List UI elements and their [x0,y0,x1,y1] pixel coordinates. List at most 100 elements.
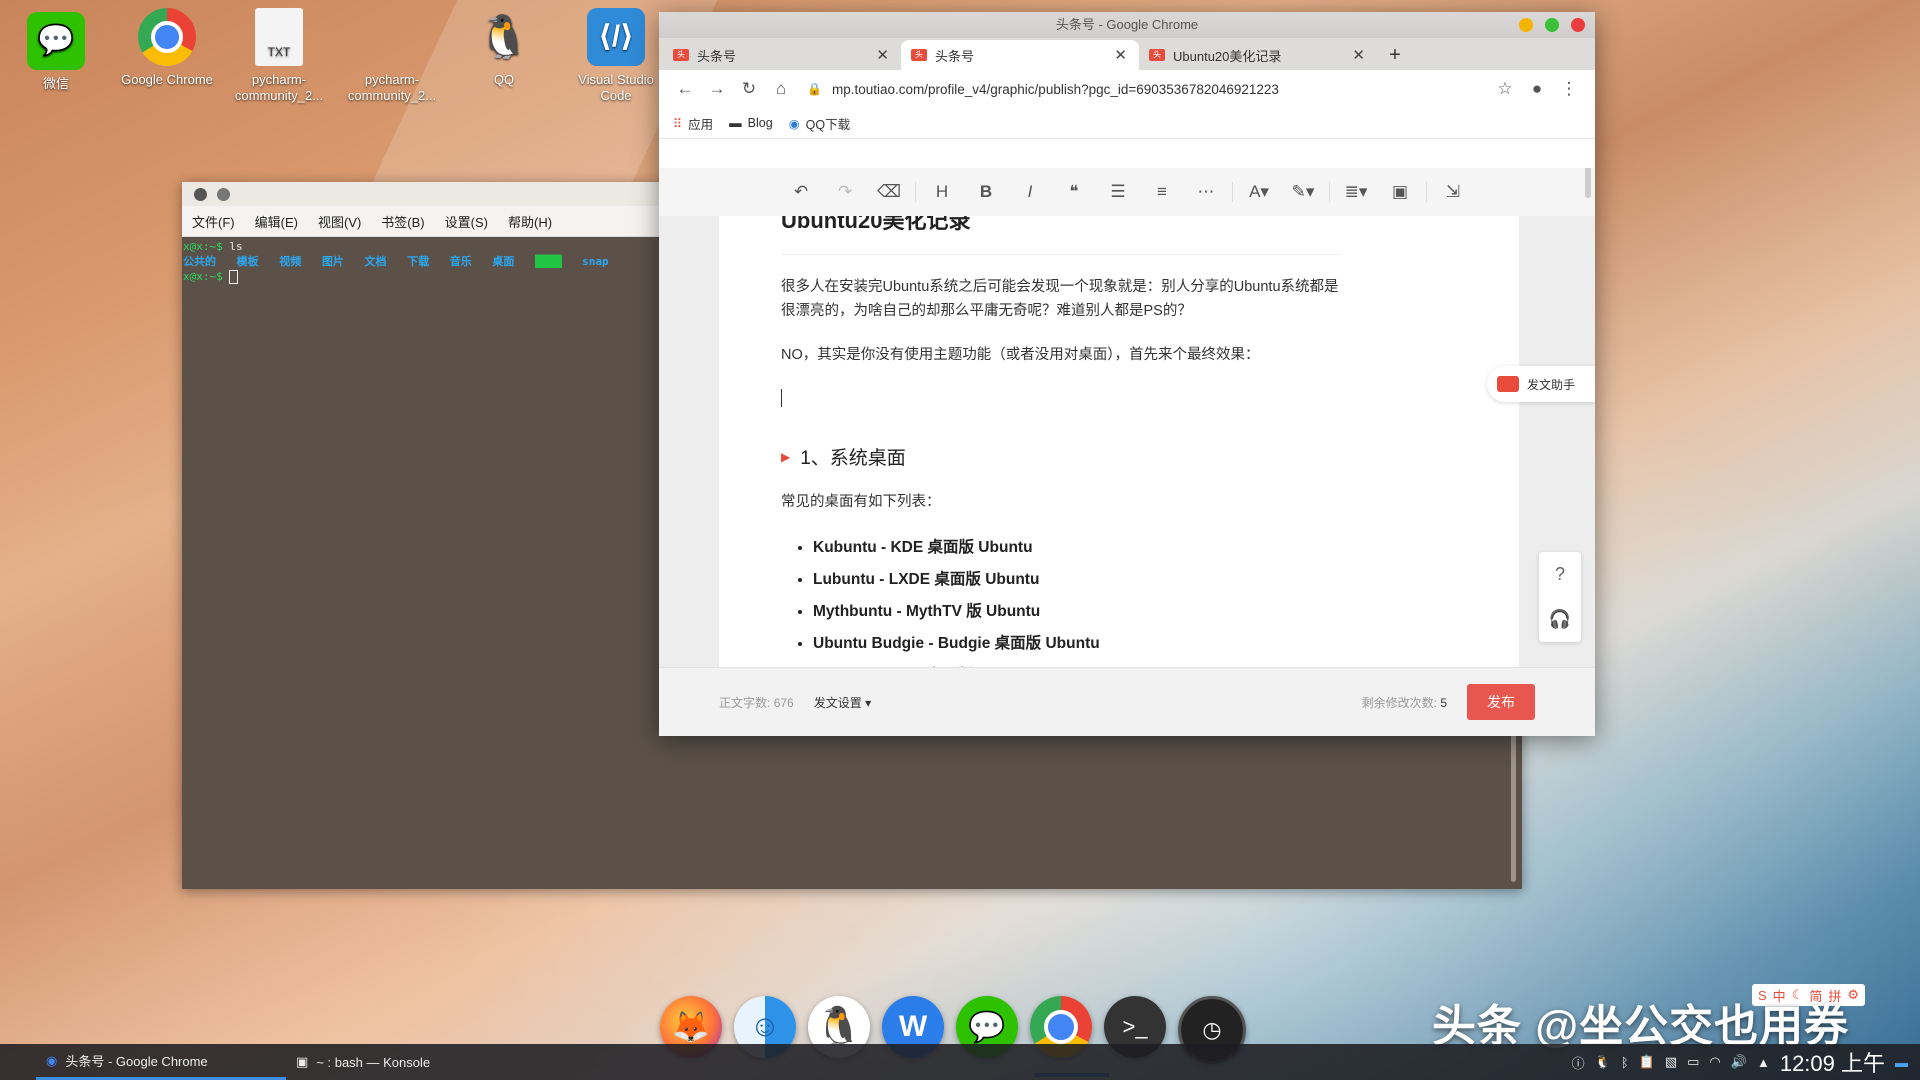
window-minimize-button[interactable] [217,187,230,201]
taskbar: ◉ 头条号 - Google Chrome ▣ ~ : bash — Konso… [0,1044,1920,1080]
volume-icon[interactable]: 🔊 [1731,1054,1747,1070]
desktop-icon-chrome[interactable]: Google Chrome [117,8,217,88]
publish-assistant-button[interactable]: 发文助手 [1487,366,1595,402]
publish-button[interactable]: 发布 [1467,684,1535,720]
chrome-window[interactable]: 头条号 - Google Chrome 头 头条号 ✕ 头 头条号 ✕ 头 Ub… [659,12,1595,736]
task-konsole[interactable]: ▣ ~ : bash — Konsole [286,1044,536,1080]
eraser-icon[interactable]: ⌫ [867,182,911,202]
desktop-icon-qq[interactable]: 🐧 QQ [454,8,554,88]
desktop-icon-pycharm[interactable]: pycharm-community_2... [342,8,442,104]
forward-icon[interactable]: → [701,79,733,99]
font-color-icon[interactable]: A▾ [1237,182,1281,202]
screenshot-icon[interactable]: ▧ [1665,1054,1677,1070]
desktop-icon-label: 微信 [42,76,69,91]
more-icon[interactable]: ⋯ [1184,182,1228,202]
clock[interactable]: 12:09 上午 [1780,1046,1885,1078]
menu-help[interactable]: 帮助(H) [508,212,552,231]
heading-icon[interactable]: H [920,182,964,202]
battery-icon[interactable]: ▭ [1687,1054,1699,1070]
highlight-icon[interactable]: ✎▾ [1281,182,1325,202]
menu-edit[interactable]: 编辑(E) [255,212,298,231]
back-icon[interactable]: ← [669,79,701,99]
dir-entry: 公共的 [183,255,216,268]
task-chrome[interactable]: ◉ 头条号 - Google Chrome [36,1044,286,1080]
vscode-icon: ⟨/⟩ [587,8,645,66]
bookmark-star-icon[interactable]: ☆ [1489,79,1521,99]
tab-close-icon[interactable]: ✕ [1114,46,1127,64]
tab-ubuntu-notes[interactable]: 头 Ubuntu20美化记录 ✕ [1139,40,1377,70]
apps-grid-icon: ⠿ [673,116,683,131]
section-heading[interactable]: ▶ 1、系统桌面 [781,443,1341,470]
bookmark-apps[interactable]: ⠿ 应用 [673,114,713,133]
list-item[interactable]: Lubuntu - LXDE 桌面版 Ubuntu [813,564,1341,596]
undo-icon[interactable]: ↶ [779,182,823,202]
wifi-icon[interactable]: ◠ [1709,1054,1720,1070]
window-close-button[interactable] [194,187,207,201]
paragraph[interactable]: NO，其实是你没有使用主题功能（或者没用对桌面），首先来个最终效果： [781,343,1341,367]
menu-bookmarks[interactable]: 书签(B) [381,212,424,231]
system-tray: ⓘ 🐧 ᛒ 📋 ▧ ▭ ◠ 🔊 ▲ 12:09 上午 ▬ [1572,1046,1920,1078]
tab-close-icon[interactable]: ✕ [876,46,889,64]
reload-icon[interactable]: ↻ [733,79,765,99]
window-minimize-button[interactable] [1519,18,1533,32]
menu-file[interactable]: 文件(F) [192,212,235,231]
tab-strip: 头 头条号 ✕ 头 头条号 ✕ 头 Ubuntu20美化记录 ✕ + [659,38,1595,70]
desktop-icon-pycharm-txt[interactable]: TXT pycharm-community_2... [229,8,329,104]
bullet-list-icon[interactable]: ☰ [1096,182,1140,202]
chrome-titlebar[interactable]: 头条号 - Google Chrome [659,12,1595,38]
menu-settings[interactable]: 设置(S) [445,212,488,231]
menu-kebab-icon[interactable]: ⋮ [1553,79,1585,99]
bookmark-qq-download[interactable]: ◉ QQ下载 [789,114,850,133]
article-editor[interactable]: Ubuntu20美化记录 很多人在安装完Ubuntu系统之后可能会发现一个现象就… [719,216,1519,684]
clipboard-icon[interactable]: 📋 [1639,1054,1655,1070]
dir-entry: 桌面 [492,255,515,268]
qq-icon: 🐧 [477,13,531,60]
text-caret [781,389,782,407]
home-icon[interactable]: ⌂ [765,79,797,99]
tab-label: 头条号 [697,48,737,64]
align-icon[interactable]: ≣▾ [1334,182,1378,202]
account-icon[interactable]: ● [1521,79,1553,99]
list-item[interactable]: Ubuntu Budgie - Budgie 桌面版 Ubuntu [813,628,1341,660]
new-tab-button[interactable]: + [1377,40,1413,70]
desktop-icon-wechat[interactable]: 💬 微信 [6,12,106,92]
terminal-icon: ▣ [296,1054,309,1069]
numbered-list-icon[interactable]: ≡ [1140,182,1184,202]
paragraph[interactable]: 很多人在安装完Ubuntu系统之后可能会发现一个现象就是：别人分享的Ubuntu… [781,275,1341,323]
insert-image-icon[interactable]: ▣ [1378,182,1422,202]
qq-tray-icon[interactable]: 🐧 [1595,1054,1611,1070]
bluetooth-icon[interactable]: ᛒ [1621,1055,1629,1070]
menu-view[interactable]: 视图(V) [318,212,361,231]
toolbar-divider [1232,182,1233,202]
tab-toutiao-2[interactable]: 头 头条号 ✕ [901,40,1139,70]
collapse-arrow-icon[interactable]: ▶ [781,450,790,464]
publish-settings-dropdown[interactable]: 发文设置 ▾ [814,694,871,711]
window-maximize-button[interactable] [1545,18,1559,32]
page-scrollbar[interactable] [1585,168,1591,198]
window-title: 头条号 - Google Chrome [1055,17,1199,32]
desktop-icon-label: QQ [493,72,515,87]
wechat-icon: 💬 [27,12,85,70]
tray-expand-icon[interactable]: ▲ [1757,1055,1770,1070]
help-question-icon[interactable]: ? [1555,564,1565,585]
tab-label: Ubuntu20美化记录 [1173,48,1282,64]
article-title[interactable]: Ubuntu20美化记录 [781,216,1341,255]
tab-toutiao-1[interactable]: 头 头条号 ✕ [663,40,901,70]
show-desktop-icon[interactable]: ▬ [1895,1055,1908,1070]
bookmark-blog[interactable]: ▬ Blog [729,116,773,130]
url-field[interactable]: 🔒 mp.toutiao.com/profile_v4/graphic/publ… [807,82,1489,97]
italic-icon[interactable]: I [1008,182,1052,202]
list-item[interactable]: Kubuntu - KDE 桌面版 Ubuntu [813,532,1341,564]
paragraph[interactable]: 常见的桌面有如下列表： [781,490,1341,514]
quote-icon[interactable]: ❝ [1052,182,1096,202]
redo-icon[interactable]: ↷ [823,182,867,202]
info-icon[interactable]: ⓘ [1572,1053,1585,1072]
bold-icon[interactable]: B [964,182,1008,202]
window-close-button[interactable] [1571,18,1585,32]
desktop-icon-vscode[interactable]: ⟨/⟩ Visual Studio Code [566,8,666,104]
tab-close-icon[interactable]: ✕ [1352,46,1365,64]
export-icon[interactable]: ⇲ [1431,182,1475,202]
list-item[interactable]: Mythbuntu - MythTV 版 Ubuntu [813,596,1341,628]
terminal-prompt: x@x:~$ [183,270,223,283]
customer-service-icon[interactable]: 🎧 [1549,609,1571,630]
